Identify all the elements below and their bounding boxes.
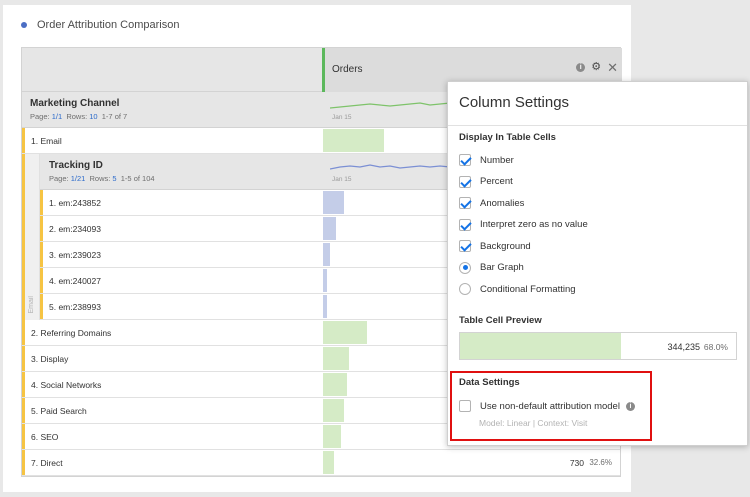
- preview-section-heading: Table Cell Preview: [459, 315, 542, 326]
- table-cell-preview: 344,235 68.0%: [459, 332, 737, 360]
- row-label: 1. Email: [31, 136, 62, 146]
- preview-value: 344,235: [667, 342, 700, 352]
- row-percent: 32.6%: [589, 458, 612, 467]
- option-label: Number: [480, 154, 514, 166]
- row-label: 5. em:238993: [49, 302, 101, 312]
- dimension-pagination: Page: 1/1 Rows: 10 1-7 of 7: [30, 112, 128, 121]
- row-label: 4. em:240027: [49, 276, 101, 286]
- option-label: Interpret zero as no value: [480, 219, 588, 230]
- row-bar: [323, 373, 347, 396]
- checkbox[interactable]: [459, 240, 471, 252]
- breakdown-side-rail: Email: [22, 154, 40, 320]
- popover-title: Column Settings: [459, 94, 570, 111]
- dimension-title[interactable]: Marketing Channel: [30, 98, 119, 109]
- radio-button[interactable]: [459, 283, 471, 295]
- row-label: 6. SEO: [31, 432, 59, 442]
- column-header-icons: i ⚙ ✕: [576, 61, 618, 74]
- checkbox[interactable]: [459, 218, 471, 231]
- row-bar: [323, 269, 327, 292]
- divider: [448, 125, 747, 126]
- row-bar: [323, 191, 344, 214]
- row-bar: [323, 129, 384, 152]
- checkbox[interactable]: [459, 154, 471, 166]
- option-label: Background: [480, 240, 531, 252]
- row-bar: [323, 347, 349, 370]
- preview-percent: 68.0%: [703, 342, 728, 352]
- option-label: Anomalies: [480, 197, 525, 209]
- row-bar: [323, 321, 367, 344]
- gear-icon[interactable]: ⚙: [591, 62, 601, 73]
- breakdown-side-label: Email: [28, 296, 35, 314]
- nested-sparkline-date: Jan 15: [332, 176, 352, 183]
- option-anomalies[interactable]: Anomalies: [459, 197, 524, 209]
- row-bar: [323, 451, 334, 474]
- option-label: Percent: [480, 176, 513, 187]
- close-icon[interactable]: ✕: [607, 61, 618, 74]
- attribution-option[interactable]: Use non-default attribution model i: [459, 400, 635, 412]
- column-settings-popover: Column Settings Display In Table Cells N…: [447, 81, 748, 446]
- info-icon[interactable]: i: [576, 63, 586, 72]
- row-label: 2. Referring Domains: [31, 328, 112, 338]
- display-section-heading: Display In Table Cells: [459, 132, 556, 143]
- option-percent[interactable]: Percent: [459, 175, 513, 188]
- option-bar-graph[interactable]: Bar Graph: [459, 261, 524, 274]
- row-label: 2. em:234093: [49, 224, 101, 234]
- nested-pagination: Page: 1/21 Rows: 5 1-5 of 104: [49, 174, 155, 183]
- option-number[interactable]: Number: [459, 154, 514, 166]
- row-bar: [323, 295, 327, 318]
- row-bar: [323, 217, 336, 240]
- row-label: 7. Direct: [31, 458, 63, 468]
- nested-rows-value[interactable]: 5: [112, 174, 116, 183]
- rows-value[interactable]: 10: [89, 112, 97, 121]
- option-conditional-formatting[interactable]: Conditional Formatting: [459, 283, 576, 295]
- checkbox[interactable]: [459, 197, 471, 209]
- row-label: 3. em:239023: [49, 250, 101, 260]
- row-label: 3. Display: [31, 354, 69, 364]
- option-label: Bar Graph: [480, 262, 524, 273]
- attribution-label: Use non-default attribution model: [480, 400, 620, 412]
- attribution-checkbox[interactable]: [459, 400, 471, 412]
- nested-page-value[interactable]: 1/21: [71, 174, 86, 183]
- checkbox[interactable]: [459, 175, 471, 188]
- data-settings-heading: Data Settings: [459, 377, 520, 388]
- info-icon[interactable]: i: [625, 401, 635, 411]
- page-value[interactable]: 1/1: [52, 112, 62, 121]
- table-row[interactable]: 7. Direct 730 32.6%: [22, 450, 620, 476]
- attribution-detail: Model: Linear | Context: Visit: [479, 418, 588, 428]
- row-label: 4. Social Networks: [31, 380, 102, 390]
- orders-header-label: Orders: [332, 64, 363, 75]
- sparkline-date: Jan 15: [332, 114, 352, 121]
- row-label: 5. Paid Search: [31, 406, 87, 416]
- option-background[interactable]: Background: [459, 240, 531, 252]
- radio-button[interactable]: [459, 261, 471, 274]
- row-bar: [323, 399, 344, 422]
- row-value: 730: [569, 458, 584, 468]
- preview-bar: [460, 333, 621, 359]
- option-label: Conditional Formatting: [480, 283, 576, 295]
- row-bar: [323, 425, 341, 448]
- panel-title[interactable]: Order Attribution Comparison: [21, 19, 179, 31]
- panel-title-text: Order Attribution Comparison: [37, 19, 180, 31]
- row-label: 1. em:243852: [49, 198, 101, 208]
- option-interpret-zero-as-no-value[interactable]: Interpret zero as no value: [459, 218, 588, 231]
- nested-dimension-title[interactable]: Tracking ID: [49, 160, 103, 171]
- row-bar: [323, 243, 330, 266]
- panel-dot-icon: [21, 22, 27, 28]
